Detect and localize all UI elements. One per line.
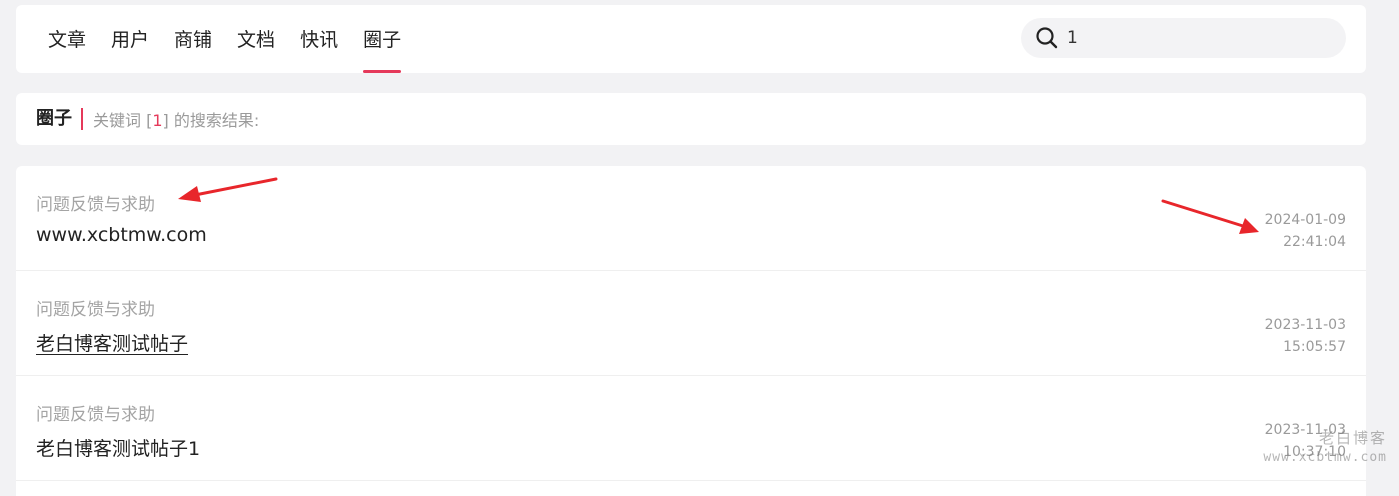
item-title-link[interactable]: 老白博客测试帖子1 [36,434,200,461]
item-category[interactable]: 问题反馈与求助 [36,295,155,320]
result-keyword: 1 [152,111,163,130]
result-section-title: 圈子 [36,108,83,130]
top-nav-bar: 文章 用户 商铺 文档 快讯 圈子 [16,5,1366,73]
result-suffix: ] 的搜索结果: [162,111,260,130]
item-date: 2023-11-03 [1264,317,1346,333]
item-title-link[interactable]: www.xcbtmw.com [36,224,207,246]
list-item[interactable]: 问题反馈与求助 www.xcbtmw.com 2024-01-09 22:41:… [16,166,1366,271]
tab-circles[interactable]: 圈子 [363,5,402,73]
tab-users[interactable]: 用户 [111,5,149,73]
item-title-link[interactable]: 老白博客测试帖子 [36,329,188,356]
results-list: 问题反馈与求助 www.xcbtmw.com 2024-01-09 22:41:… [16,166,1366,496]
item-category[interactable]: 问题反馈与求助 [36,400,155,425]
tab-news-flash[interactable]: 快讯 [300,5,338,73]
tab-articles[interactable]: 文章 [48,5,86,73]
search-icon[interactable] [1035,26,1059,50]
tab-docs[interactable]: 文档 [237,5,275,73]
item-category[interactable]: 问题反馈与求助 [36,190,155,215]
watermark-url: www.xcbtmw.com [1263,450,1387,465]
list-item[interactable]: 问题反馈与求助 老白博客测试帖子1 2023-11-03 10:37:10 [16,376,1366,481]
item-time: 22:41:04 [1283,234,1346,250]
item-timestamp: 2023-11-03 15:05:57 [1265,314,1346,358]
result-summary: 关键词 [1] 的搜索结果: [93,107,259,131]
tab-shops[interactable]: 商铺 [174,5,212,73]
list-item[interactable]: 问题反馈与求助 老白博客测试帖子 2023-11-03 15:05:57 [16,271,1366,376]
search-box[interactable] [1021,18,1346,58]
item-timestamp: 2024-01-09 22:41:04 [1265,209,1346,253]
search-input[interactable] [1067,28,1317,48]
search-result-header: 圈子 关键词 [1] 的搜索结果: [16,93,1366,145]
result-prefix: 关键词 [ [93,111,153,130]
item-date: 2024-01-09 [1264,212,1346,228]
item-time: 15:05:57 [1283,339,1346,355]
watermark-name: 老白博客 [1318,429,1387,447]
watermark: 老白博客 www.xcbtmw.com [1263,428,1387,468]
search-type-tabs: 文章 用户 商铺 文档 快讯 圈子 [48,5,426,73]
